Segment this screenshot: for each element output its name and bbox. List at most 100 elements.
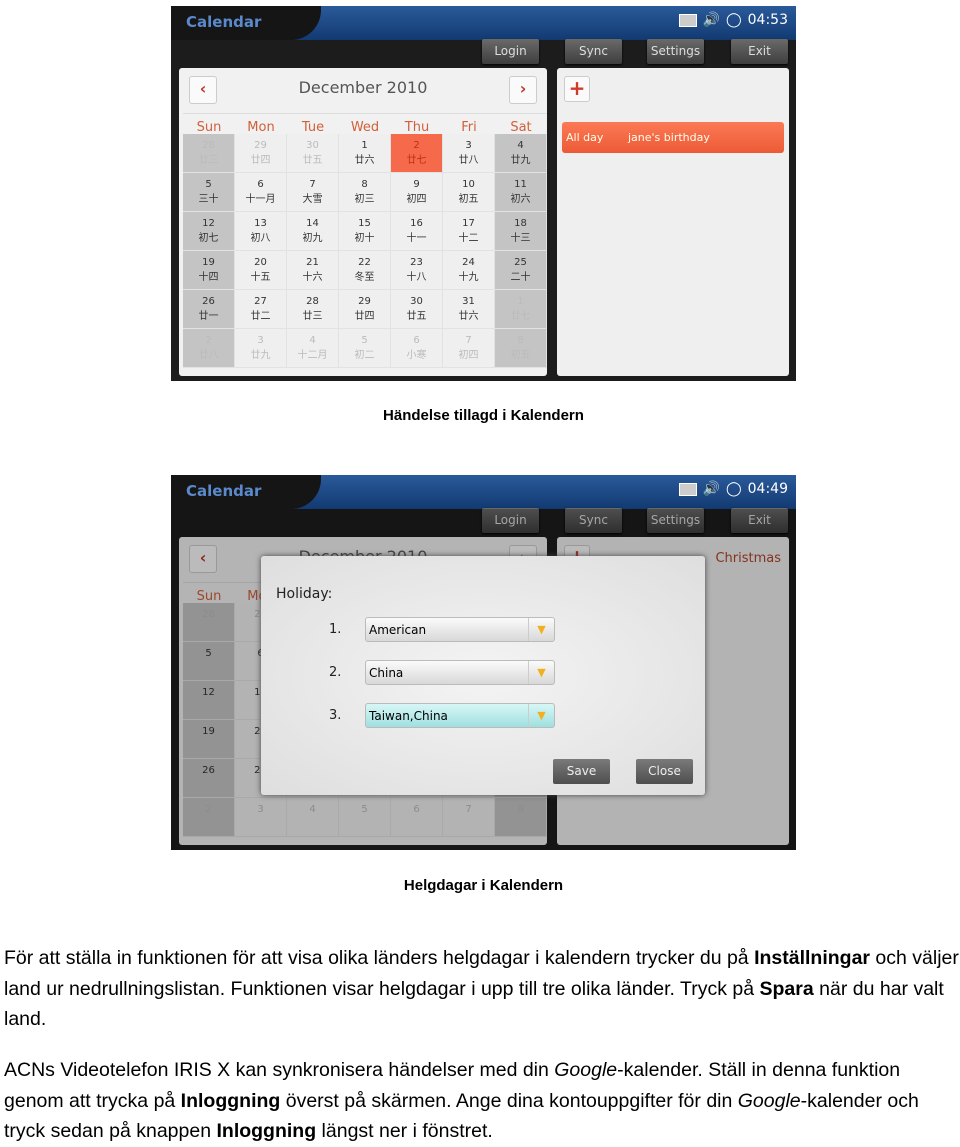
login-button[interactable]: Login: [482, 39, 539, 64]
day-cell[interactable]: 29 廿四: [339, 290, 391, 329]
day-cell[interactable]: 20 十五: [235, 251, 287, 290]
day-number: 1: [361, 140, 368, 151]
lunar-date: 初七: [198, 233, 219, 244]
select-value: China: [369, 666, 404, 680]
caption-1: Händelse tillagd i Kalendern: [383, 407, 584, 424]
day-number: 1: [517, 296, 524, 307]
holiday-country-select[interactable]: Taiwan,China ▼: [365, 703, 555, 728]
day-cell[interactable]: 8 初五: [495, 329, 547, 368]
day-cell[interactable]: 8 初三: [339, 173, 391, 212]
day-number: 22: [358, 257, 371, 268]
day-cell[interactable]: 27 廿二: [235, 290, 287, 329]
lunar-date: 廿七: [510, 311, 531, 322]
weekday-label: Thu: [404, 120, 430, 135]
day-cell[interactable]: 13 初八: [235, 212, 287, 251]
event-item[interactable]: All day jane's birthday: [562, 122, 784, 153]
top-bar: Calendar 🔊 ◯ 04:53: [171, 6, 796, 40]
next-month-button[interactable]: ›: [509, 76, 537, 104]
lunar-date: 廿二: [250, 311, 271, 322]
day-cell[interactable]: 29 廿四: [235, 134, 287, 173]
weekday-label: Sun: [196, 120, 222, 135]
day-cell[interactable]: 26 廿一: [183, 290, 235, 329]
save-button[interactable]: Save: [553, 759, 610, 784]
lunar-date: 廿七: [406, 155, 427, 166]
day-cell[interactable]: 23 十八: [391, 251, 443, 290]
top-bar: Calendar 🔊 ◯ 04:49: [171, 475, 796, 509]
calendar-grid: 28 廿三 29 廿四 30 廿五 1 廿六 2 廿七 3 廿八 4 廿九 5 三十 6 十一月 7 大雪 8 初三 9 初四…: [183, 134, 547, 368]
lunar-date: 廿六: [458, 311, 479, 322]
day-cell[interactable]: 7 初四: [443, 329, 495, 368]
calendar-screenshot-event: Calendar 🔊 ◯ 04:53 Login Sync Settings Exi…: [171, 6, 796, 381]
day-cell[interactable]: 1 廿七: [495, 290, 547, 329]
day-cell[interactable]: 19 十四: [183, 251, 235, 290]
day-number: 6: [413, 335, 420, 346]
day-cell[interactable]: 6 十一月: [235, 173, 287, 212]
day-cell[interactable]: 12 初七: [183, 212, 235, 251]
day-number: 4: [309, 335, 316, 346]
text-run: Inställningar: [754, 947, 871, 969]
day-cell[interactable]: 16 十一: [391, 212, 443, 251]
day-cell[interactable]: 18 十三: [495, 212, 547, 251]
holiday-country-select[interactable]: American ▼: [365, 617, 555, 642]
day-cell[interactable]: 30 廿五: [391, 290, 443, 329]
day-cell[interactable]: 14 初九: [287, 212, 339, 251]
day-cell[interactable]: 28 廿三: [287, 290, 339, 329]
lunar-date: 十一月: [245, 194, 276, 205]
sync-status-icon: ◯: [725, 12, 742, 28]
day-number: 2: [413, 140, 420, 151]
select-value: Taiwan,China: [369, 709, 448, 723]
day-cell[interactable]: 21 十六: [287, 251, 339, 290]
day-cell[interactable]: 22 冬至: [339, 251, 391, 290]
day-cell[interactable]: 3 廿九: [235, 329, 287, 368]
day-cell[interactable]: 5 三十: [183, 173, 235, 212]
day-cell[interactable]: 4 廿九: [495, 134, 547, 173]
day-cell[interactable]: 2 廿七: [391, 134, 443, 173]
close-button[interactable]: Close: [636, 759, 693, 784]
day-cell[interactable]: 30 廿五: [287, 134, 339, 173]
sync-status-icon: ◯: [725, 481, 742, 497]
day-number: 29: [358, 296, 371, 307]
day-cell[interactable]: 5 初二: [339, 329, 391, 368]
holiday-country-select[interactable]: China ▼: [365, 660, 555, 685]
day-cell[interactable]: 10 初五: [443, 173, 495, 212]
day-cell[interactable]: 28 廿三: [183, 134, 235, 173]
text-run: Inloggning: [216, 1120, 317, 1142]
day-cell[interactable]: 2 廿八: [183, 329, 235, 368]
day-number: 9: [413, 179, 420, 190]
day-number: 18: [514, 218, 527, 229]
day-cell[interactable]: 17 十二: [443, 212, 495, 251]
lunar-date: 三十: [198, 194, 219, 205]
day-cell[interactable]: 25 二十: [495, 251, 547, 290]
app-title: Calendar: [186, 13, 262, 31]
prev-month-button[interactable]: ‹: [189, 76, 217, 104]
day-cell[interactable]: 7 大雪: [287, 173, 339, 212]
caption-2: Helgdagar i Kalendern: [403, 877, 564, 894]
day-cell[interactable]: 4 十二月: [287, 329, 339, 368]
day-cell[interactable]: 31 廿六: [443, 290, 495, 329]
lunar-date: 廿三: [302, 311, 323, 322]
add-event-button[interactable]: +: [564, 76, 590, 102]
day-cell[interactable]: 6 小寒: [391, 329, 443, 368]
day-cell[interactable]: 9 初四: [391, 173, 443, 212]
lunar-date: 十八: [406, 272, 427, 283]
day-number: 8: [361, 179, 368, 190]
day-number: 25: [514, 257, 527, 268]
day-cell[interactable]: 15 初十: [339, 212, 391, 251]
exit-button[interactable]: Exit: [731, 39, 788, 64]
volume-icon: 🔊: [702, 12, 720, 28]
lunar-date: 十四: [198, 272, 219, 283]
sync-button[interactable]: Sync: [565, 39, 622, 64]
lunar-date: 廿六: [354, 155, 375, 166]
day-cell[interactable]: 24 十九: [443, 251, 495, 290]
lunar-date: 廿八: [458, 155, 479, 166]
settings-button[interactable]: Settings: [647, 39, 704, 64]
day-number: 5: [205, 179, 212, 190]
weekday-label: Tue: [301, 120, 325, 135]
day-cell[interactable]: 11 初六: [495, 173, 547, 212]
day-number: 3: [465, 140, 472, 151]
dropdown-arrow-icon: ▼: [528, 618, 554, 641]
weekday-label: Fri: [461, 120, 477, 135]
day-cell[interactable]: 3 廿八: [443, 134, 495, 173]
day-cell[interactable]: 1 廿六: [339, 134, 391, 173]
lunar-date: 廿四: [250, 155, 271, 166]
